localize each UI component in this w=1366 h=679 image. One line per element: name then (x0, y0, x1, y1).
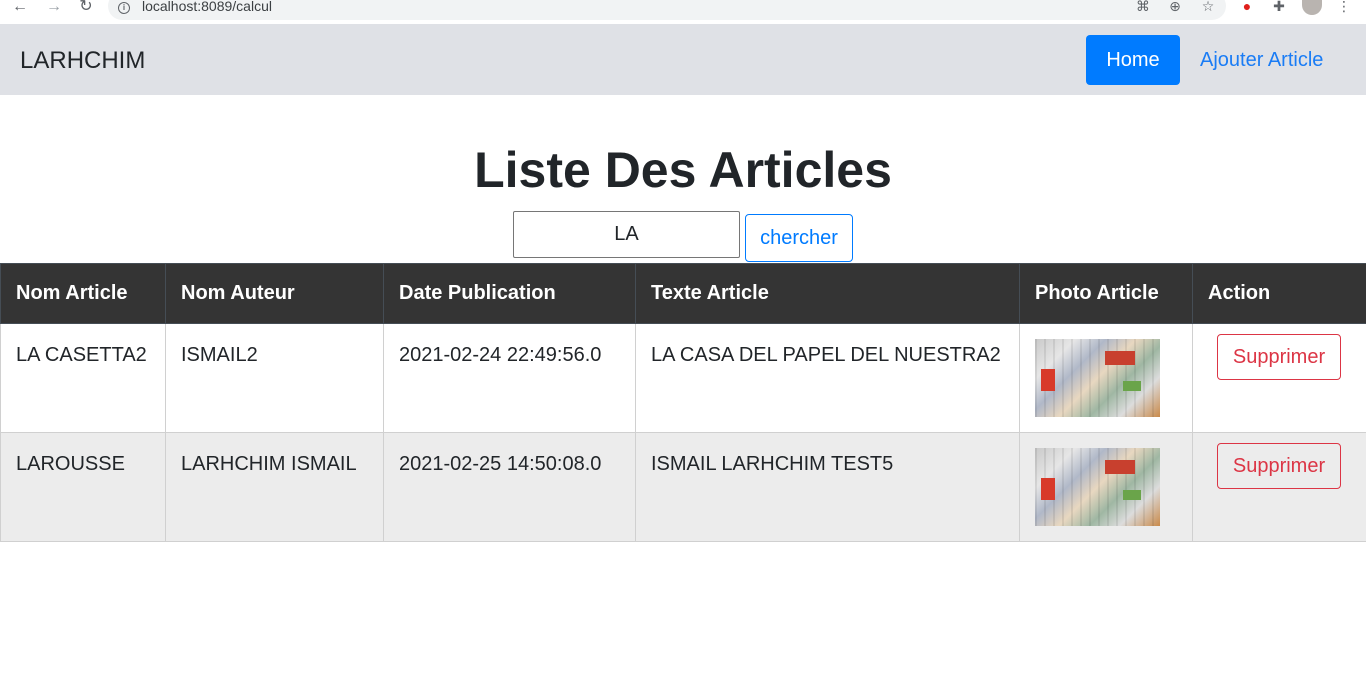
delete-button[interactable]: Supprimer (1217, 334, 1341, 380)
translate-icon[interactable]: ⌘ (1134, 0, 1152, 15)
page-title: Liste Des Articles (474, 142, 892, 198)
delete-button[interactable]: Supprimer (1217, 443, 1341, 489)
article-photo (1035, 339, 1160, 417)
back-arrow-icon[interactable]: ← (10, 0, 30, 16)
zoom-icon[interactable]: ⊕ (1166, 0, 1184, 15)
forward-arrow-icon[interactable]: → (44, 0, 64, 16)
navbar: LARHCHIM Home Ajouter Article (0, 24, 1366, 95)
header-nom-article: Nom Article (0, 263, 166, 324)
header-photo-article: Photo Article (1019, 263, 1193, 324)
cell-date: 2021-02-24 22:49:56.0 (383, 323, 636, 433)
add-article-link[interactable]: Ajouter Article (1200, 35, 1323, 85)
table-row: LAROUSSE LARHCHIM ISMAIL 2021-02-25 14:5… (0, 432, 1366, 542)
cell-nom-auteur: ISMAIL2 (165, 323, 384, 433)
table-row: LA CASETTA2 ISMAIL2 2021-02-24 22:49:56.… (0, 323, 1366, 433)
search-button[interactable]: chercher (745, 214, 853, 262)
browser-toolbar: ← → ↻ i localhost:8089/calcul ⌘ ⊕ ☆ ● ✚ … (0, 0, 1366, 24)
cell-nom-auteur: LARHCHIM ISMAIL (165, 432, 384, 542)
url-text[interactable]: localhost:8089/calcul (142, 0, 272, 14)
brand-name[interactable]: LARHCHIM (20, 47, 145, 75)
search-input[interactable] (513, 211, 740, 258)
cell-nom-article: LAROUSSE (0, 432, 166, 542)
articles-table: Nom Article Nom Auteur Date Publication … (0, 263, 1366, 542)
header-texte-article: Texte Article (635, 263, 1020, 324)
address-bar[interactable]: i localhost:8089/calcul (108, 0, 1226, 20)
header-action: Action (1192, 263, 1366, 324)
reload-icon[interactable]: ↻ (76, 0, 96, 16)
info-icon[interactable]: i (118, 2, 130, 14)
cell-date: 2021-02-25 14:50:08.0 (383, 432, 636, 542)
extension-red-icon[interactable]: ● (1238, 0, 1256, 15)
home-button[interactable]: Home (1086, 35, 1180, 85)
cell-texte: ISMAIL LARHCHIM TEST5 (635, 432, 1020, 542)
header-date-publication: Date Publication (383, 263, 636, 324)
article-photo (1035, 448, 1160, 526)
cell-nom-article: LA CASETTA2 (0, 323, 166, 433)
menu-dots-icon[interactable]: ⋮ (1335, 0, 1353, 15)
puzzle-icon[interactable]: ✚ (1270, 0, 1288, 15)
header-nom-auteur: Nom Auteur (165, 263, 384, 324)
cell-photo (1019, 323, 1193, 433)
cell-action: Supprimer (1192, 323, 1366, 433)
cell-action: Supprimer (1192, 432, 1366, 542)
cell-photo (1019, 432, 1193, 542)
star-icon[interactable]: ☆ (1199, 0, 1217, 15)
profile-avatar[interactable] (1302, 0, 1322, 15)
cell-texte: LA CASA DEL PAPEL DEL NUESTRA2 (635, 323, 1020, 433)
table-header-row: Nom Article Nom Auteur Date Publication … (0, 263, 1366, 324)
